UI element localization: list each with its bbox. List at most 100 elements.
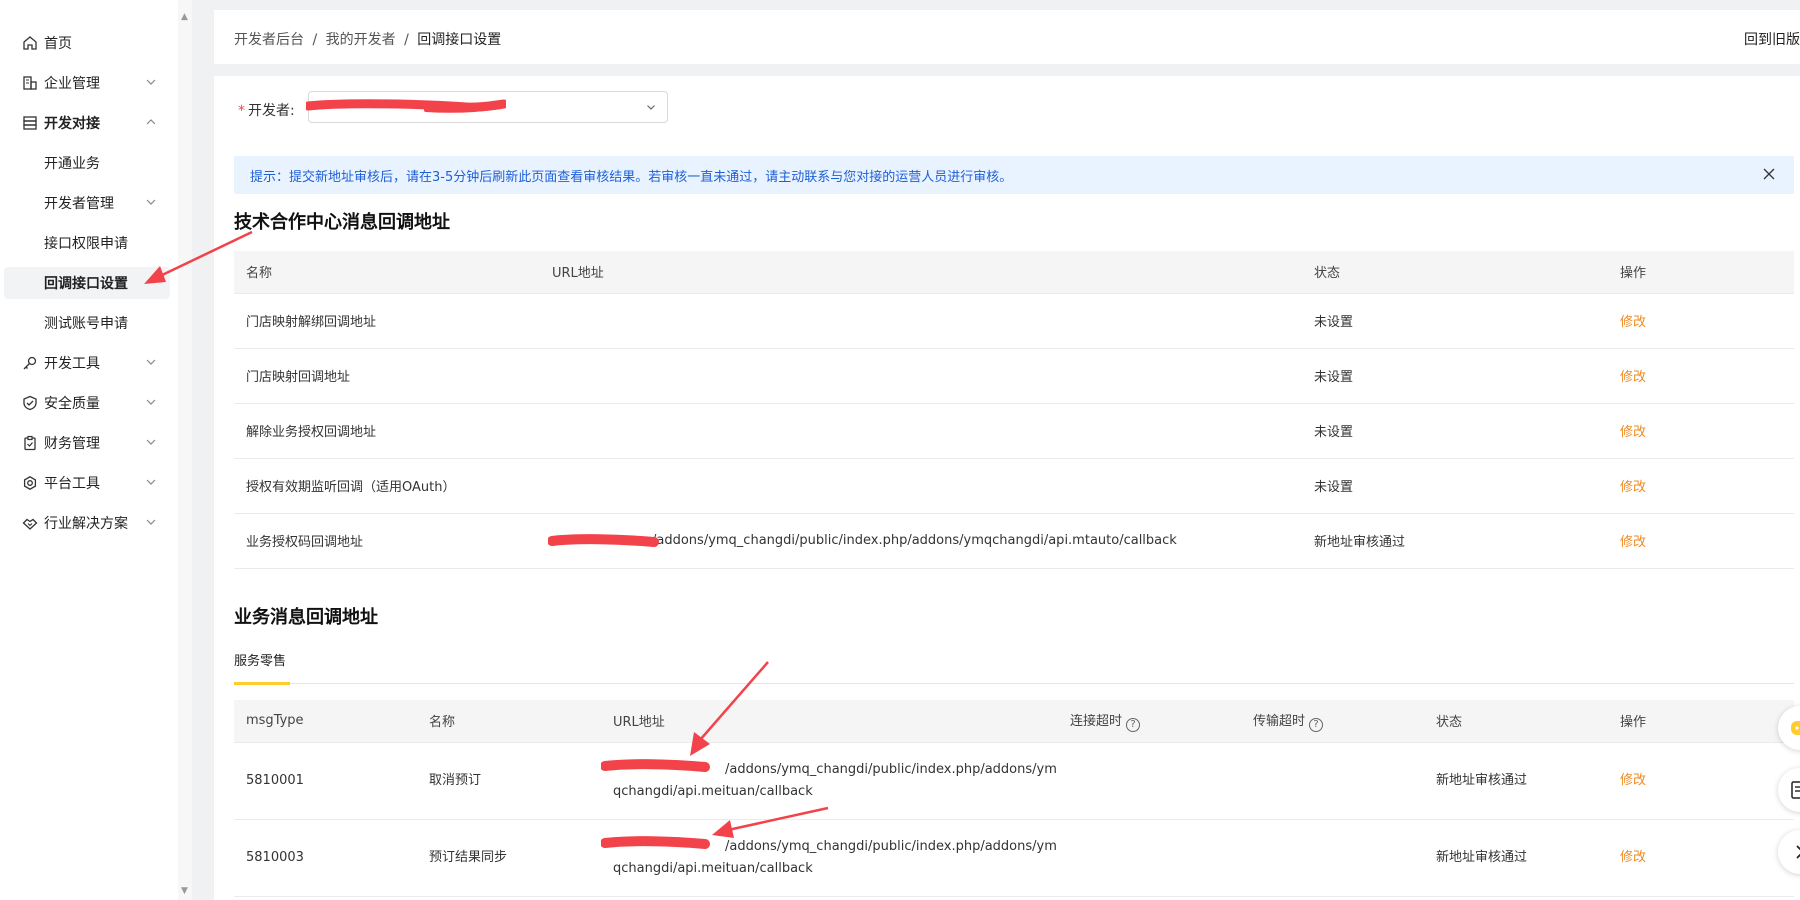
table-row: 门店映射解绑回调地址 未设置 修改 bbox=[234, 293, 1794, 349]
edit-link[interactable]: 修改 bbox=[1608, 458, 1794, 514]
row-status: 未设置 bbox=[1302, 348, 1608, 404]
column-header: 状态 bbox=[1424, 700, 1608, 743]
column-header-connect-timeout: 连接超时? bbox=[1058, 700, 1241, 743]
breadcrumb-link[interactable]: 开发者后台 bbox=[234, 32, 304, 48]
row-url-cell: /addons/ymq_changdi/public/index.php/add… bbox=[601, 819, 1058, 897]
sidebar-item-open-business[interactable]: 开通业务 bbox=[4, 147, 170, 179]
row-name: 取消预订 bbox=[417, 742, 601, 820]
database-icon bbox=[20, 113, 40, 133]
row-transfer-timeout bbox=[1241, 819, 1424, 897]
column-header: msgType bbox=[234, 700, 417, 743]
sidebar-scrollbar[interactable]: ▲ ▼ bbox=[178, 0, 192, 900]
sidebar-item-label: 测试账号申请 bbox=[44, 316, 128, 332]
chevron-down-icon bbox=[146, 199, 156, 205]
column-header: URL地址 bbox=[601, 700, 1058, 743]
home-icon bbox=[20, 33, 40, 53]
sidebar-item-label: 平台工具 bbox=[44, 476, 100, 492]
edit-link[interactable]: 修改 bbox=[1608, 513, 1794, 569]
developer-label: * 开发者: bbox=[238, 100, 295, 120]
sidebar-item-test-account[interactable]: 测试账号申请 bbox=[4, 307, 170, 339]
building-icon bbox=[20, 73, 40, 93]
row-url-cell: /addons/ymq_changdi/public/index.php/add… bbox=[601, 742, 1058, 820]
row-msgtype: 5810003 bbox=[234, 819, 417, 897]
row-url bbox=[540, 293, 1302, 349]
sidebar-item-enterprise[interactable]: 企业管理 bbox=[4, 67, 170, 99]
sidebar-item-api-permission[interactable]: 接口权限申请 bbox=[4, 227, 170, 259]
sidebar-item-label: 开发者管理 bbox=[44, 196, 114, 212]
sidebar-item-label: 安全质量 bbox=[44, 396, 100, 412]
column-header: 名称 bbox=[417, 700, 601, 743]
chevron-down-icon bbox=[146, 519, 156, 525]
chevron-right-icon bbox=[1796, 845, 1800, 859]
chevron-down-icon bbox=[146, 479, 156, 485]
sidebar-item-label: 企业管理 bbox=[44, 76, 100, 92]
row-status: 未设置 bbox=[1302, 293, 1608, 349]
header-bar: 开发者后台 / 我的开发者 / 回调接口设置 回到旧版 bbox=[214, 10, 1800, 64]
sidebar-item-dev-integration[interactable]: 开发对接 bbox=[4, 107, 170, 139]
sidebar-item-label: 财务管理 bbox=[44, 436, 100, 452]
row-transfer-timeout bbox=[1241, 742, 1424, 820]
clipboard-icon bbox=[20, 433, 40, 453]
row-connect-timeout bbox=[1058, 742, 1241, 820]
sidebar-item-label: 开通业务 bbox=[44, 156, 100, 172]
redaction-mark bbox=[548, 533, 659, 547]
row-status: 未设置 bbox=[1302, 403, 1608, 459]
sidebar-item-dev-tools[interactable]: 开发工具 bbox=[4, 347, 170, 379]
help-icon[interactable]: ? bbox=[1309, 717, 1324, 732]
sidebar-item-callback-settings[interactable]: 回调接口设置 bbox=[4, 267, 170, 299]
sidebar-item-security-quality[interactable]: 安全质量 bbox=[4, 387, 170, 419]
table-row: 解除业务授权回调地址 未设置 修改 bbox=[234, 403, 1794, 459]
help-icon[interactable]: ? bbox=[1126, 717, 1141, 732]
table-row: 业务授权码回调地址 /addons/ymq_changdi/public/ind… bbox=[234, 513, 1794, 569]
redaction-mark bbox=[306, 99, 506, 113]
sidebar-item-industry-solutions[interactable]: 行业解决方案 bbox=[4, 507, 170, 539]
row-url bbox=[540, 348, 1302, 404]
shield-check-icon bbox=[20, 393, 40, 413]
section-title: 技术合作中心消息回调地址 bbox=[234, 212, 450, 233]
section-title: 业务消息回调地址 bbox=[234, 607, 378, 628]
row-name: 业务授权码回调地址 bbox=[234, 513, 540, 569]
edit-link[interactable]: 修改 bbox=[1608, 403, 1794, 459]
scroll-up-icon[interactable]: ▲ bbox=[181, 12, 188, 22]
row-url bbox=[540, 403, 1302, 459]
column-header-transfer-timeout: 传输超时? bbox=[1241, 700, 1424, 743]
sidebar-item-label: 接口权限申请 bbox=[44, 236, 128, 252]
sidebar-item-label: 开发对接 bbox=[44, 116, 100, 132]
breadcrumb-separator: / bbox=[312, 32, 318, 48]
tech-callback-table: 名称 URL地址 状态 操作 门店映射解绑回调地址 未设置 修改 门店映射回调地… bbox=[234, 251, 1794, 569]
row-name: 解除业务授权回调地址 bbox=[234, 403, 540, 459]
row-status: 新地址审核通过 bbox=[1302, 513, 1608, 569]
edit-link[interactable]: 修改 bbox=[1608, 819, 1794, 897]
sidebar: 首页 企业管理 开发对接 开通业务 开发者管理 接口权限申请 回调接口设置 测试… bbox=[0, 0, 178, 900]
tip-text: 提示：提交新地址审核后，请在3-5分钟后刷新此页面查看审核结果。若审核一直未通过… bbox=[250, 169, 1013, 185]
sidebar-item-finance[interactable]: 财务管理 bbox=[4, 427, 170, 459]
edit-link[interactable]: 修改 bbox=[1608, 348, 1794, 404]
back-to-old-version-link[interactable]: 回到旧版 bbox=[1744, 29, 1800, 49]
tip-banner: 提示：提交新地址审核后，请在3-5分钟后刷新此页面查看审核结果。若审核一直未通过… bbox=[234, 156, 1794, 194]
breadcrumb-link[interactable]: 我的开发者 bbox=[326, 32, 396, 48]
close-icon[interactable] bbox=[1762, 167, 1776, 181]
table-header-row: 名称 URL地址 状态 操作 bbox=[234, 251, 1794, 294]
row-name: 预订结果同步 bbox=[417, 819, 601, 897]
sidebar-item-label: 行业解决方案 bbox=[44, 516, 128, 532]
chevron-down-icon bbox=[146, 399, 156, 405]
tab-label: 服务零售 bbox=[234, 654, 287, 669]
handshake-icon bbox=[20, 513, 40, 533]
sidebar-item-developer-manage[interactable]: 开发者管理 bbox=[4, 187, 170, 219]
column-header: 操作 bbox=[1608, 700, 1794, 743]
scroll-down-icon[interactable]: ▼ bbox=[181, 886, 188, 896]
row-url-cell: /addons/ymq_changdi/public/index.php/add… bbox=[540, 513, 1302, 569]
redaction-mark bbox=[601, 758, 710, 772]
tab-bar: 服务零售 bbox=[234, 650, 1794, 685]
developer-label-text: 开发者: bbox=[248, 103, 295, 119]
sidebar-item-platform-tools[interactable]: 平台工具 bbox=[4, 467, 170, 499]
edit-note-icon bbox=[1791, 781, 1800, 799]
edit-link[interactable]: 修改 bbox=[1608, 293, 1794, 349]
sidebar-item-home[interactable]: 首页 bbox=[4, 27, 170, 59]
row-url-line: qchangdi/api.meituan/callback bbox=[613, 783, 813, 799]
tab-service-retail[interactable]: 服务零售 bbox=[234, 650, 290, 685]
row-status: 未设置 bbox=[1302, 458, 1608, 514]
row-name: 门店映射解绑回调地址 bbox=[234, 293, 540, 349]
row-status: 新地址审核通过 bbox=[1424, 819, 1608, 897]
edit-link[interactable]: 修改 bbox=[1608, 742, 1794, 820]
